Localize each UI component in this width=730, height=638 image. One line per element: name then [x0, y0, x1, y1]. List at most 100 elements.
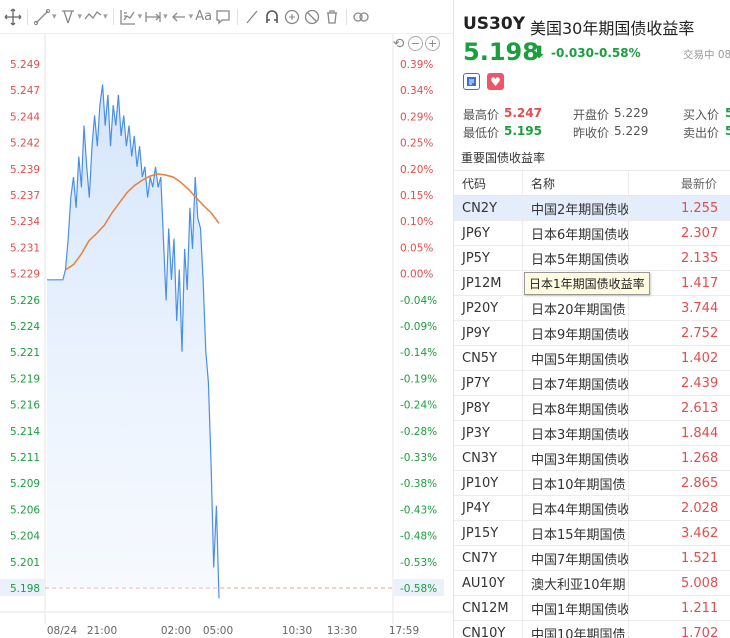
bond-name: 日本9年期国债收 [531, 327, 628, 343]
table-row[interactable]: JP15Y 日本15年期国债 3.462 [454, 521, 730, 546]
trash-icon [327, 9, 338, 24]
notes-button[interactable] [463, 73, 480, 90]
symbol-code: US30Y [463, 14, 526, 34]
price-change: -0.030 [551, 46, 594, 60]
header-code[interactable]: 代码 [454, 171, 523, 195]
favorite-button[interactable]: ♥ [487, 73, 504, 90]
bond-name: 中国3年期国债收 [531, 452, 628, 468]
bond-price: 2.135 [628, 246, 730, 270]
prev-close-value: 5.229 [614, 124, 649, 138]
bond-code: CN5Y [454, 346, 523, 370]
high-value: 5.247 [504, 106, 542, 120]
y-tick-right: 0.39% [400, 59, 433, 71]
bond-name: 日本10年期国债 [531, 477, 626, 493]
bond-price: 1.844 [628, 421, 730, 445]
table-row[interactable]: JP10Y 日本10年期国债 2.865 [454, 471, 730, 496]
bond-price: 1.702 [628, 621, 730, 638]
y-tick-left: 5.239 [10, 164, 40, 176]
y-tick-right: -0.24% [400, 400, 437, 412]
y-tick-right: 0.25% [400, 138, 433, 150]
y-tick-right: -0.14% [400, 347, 437, 359]
intraday-chart[interactable]: 5.249 0.39% 5.247 0.34% 5.244 0.29% 5.242 0.25%… [0, 34, 453, 638]
symbol-name: 美国30年期国债收益率 [530, 19, 695, 38]
table-row[interactable]: AU10Y 澳大利亚10年期 5.008 [454, 571, 730, 596]
range-tool[interactable]: ▾ [144, 4, 168, 30]
table-row[interactable]: CN10Y 中国10年期国债 1.702 [454, 621, 730, 638]
low-value: 5.195 [504, 124, 542, 138]
table-row[interactable]: JP6Y 日本6年期国债收 2.307 [454, 221, 730, 246]
bond-code: CN2Y [454, 196, 523, 220]
table-row[interactable]: JP4Y 日本4年期国债收 2.028 [454, 496, 730, 521]
table-row[interactable]: CN5Y 中国5年期国债收 1.402 [454, 346, 730, 371]
measure-tool[interactable]: ▾ [84, 4, 108, 30]
hide-tool[interactable] [303, 4, 321, 30]
lock-tool[interactable] [283, 4, 301, 30]
header-price[interactable]: 最新价 [628, 171, 730, 195]
table-row[interactable]: JP3Y 日本3年期国债收 1.844 [454, 421, 730, 446]
line-tool-icon [33, 8, 51, 25]
line-tool[interactable]: ▾ [33, 4, 57, 30]
x-tick: 10:30 [282, 625, 312, 637]
y-tick-left: 5.226 [10, 295, 40, 307]
bond-price: 5.008 [628, 571, 730, 595]
x-tick: 13:30 [327, 625, 357, 637]
bond-name: 中国5年期国债收 [531, 352, 628, 368]
y-tick-left: 5.219 [10, 373, 40, 385]
bond-code: CN12M [454, 596, 523, 620]
zoom-out-icon[interactable]: − [408, 36, 423, 51]
header-name[interactable]: 名称 [523, 171, 628, 195]
ask-value: 5 [725, 124, 730, 138]
magnet-tool[interactable] [263, 4, 281, 30]
bond-code: JP9Y [454, 321, 523, 345]
x-tick: 02:00 [161, 625, 191, 637]
price-area-fill [47, 84, 219, 599]
table-row[interactable]: CN2Y 中国2年期国债收 1.255 [454, 196, 730, 221]
table-row[interactable]: JP8Y 日本8年期国债收 2.613 [454, 396, 730, 421]
bond-name: 日本5年期国债收 [531, 252, 628, 268]
prev-close-label: 昨收价 [573, 126, 610, 140]
link-tool[interactable] [352, 4, 370, 30]
comment-tool[interactable] [214, 4, 232, 30]
toolbar-divider [112, 8, 114, 25]
table-row[interactable]: JP5Y 日本5年期国债收 2.135 [454, 246, 730, 271]
bond-price: 2.307 [628, 221, 730, 245]
text-icon: Aa [195, 9, 213, 24]
ruler-icon [246, 10, 258, 23]
bond-name: 日本4年期国债收 [531, 502, 628, 518]
table-body: CN2Y 中国2年期国债收 1.255 JP6Y 日本6年期国债收 2.307 JP5Y 日本… [454, 196, 730, 638]
table-row[interactable]: JP20Y 日本20年期国债 3.744 [454, 296, 730, 321]
ruler-tool[interactable] [243, 4, 261, 30]
table-row[interactable]: JP9Y 日本9年期国债收 2.752 [454, 321, 730, 346]
y-tick-left: 5.209 [10, 478, 40, 490]
heart-icon: ♥ [490, 74, 501, 89]
chevron-down-icon: ▾ [163, 11, 168, 22]
table-row[interactable]: CN12M 中国1年期国债收 1.211 [454, 596, 730, 621]
fib-tool[interactable]: ▾ [119, 4, 142, 30]
chart-canvas[interactable]: 5.249 0.39% 5.247 0.34% 5.244 0.29% 5.242 0.25%… [0, 34, 453, 638]
y-tick-right: -0.58% [400, 583, 437, 595]
bond-name: 中国2年期国债收 [531, 202, 628, 218]
y-tick-right: -0.53% [400, 557, 437, 569]
bond-name: 中国1年期国债收 [531, 602, 628, 618]
bond-name: 日本8年期国债收 [531, 402, 628, 418]
text-tool[interactable]: Aa [195, 4, 212, 30]
bond-price: 2.028 [628, 496, 730, 520]
y-tick-right: -0.09% [400, 321, 437, 333]
lock-icon [284, 9, 300, 24]
bond-price: 2.865 [628, 471, 730, 495]
table-row[interactable]: CN3Y 中国3年期国债收 1.268 [454, 446, 730, 471]
trading-status: 交易中 08/ [683, 49, 730, 61]
table-row[interactable]: CN7Y 中国7年期国债收 1.521 [454, 546, 730, 571]
y-tick-left: 5.204 [10, 531, 40, 543]
crosshair-icon [4, 8, 22, 25]
pitchfork-tool[interactable]: ▾ [59, 4, 82, 30]
crosshair-tool[interactable] [4, 4, 22, 30]
reset-icon[interactable]: ⟲ [391, 36, 406, 51]
table-row[interactable]: JP7Y 日本7年期国债收 2.439 [454, 371, 730, 396]
delete-tool[interactable] [323, 4, 341, 30]
y-tick-right: 0.00% [400, 269, 433, 281]
arrow-tool[interactable]: ▾ [170, 4, 193, 30]
bond-code: JP12M [454, 271, 523, 295]
y-tick-right: -0.48% [400, 531, 437, 543]
zoom-in-icon[interactable]: + [425, 36, 440, 51]
